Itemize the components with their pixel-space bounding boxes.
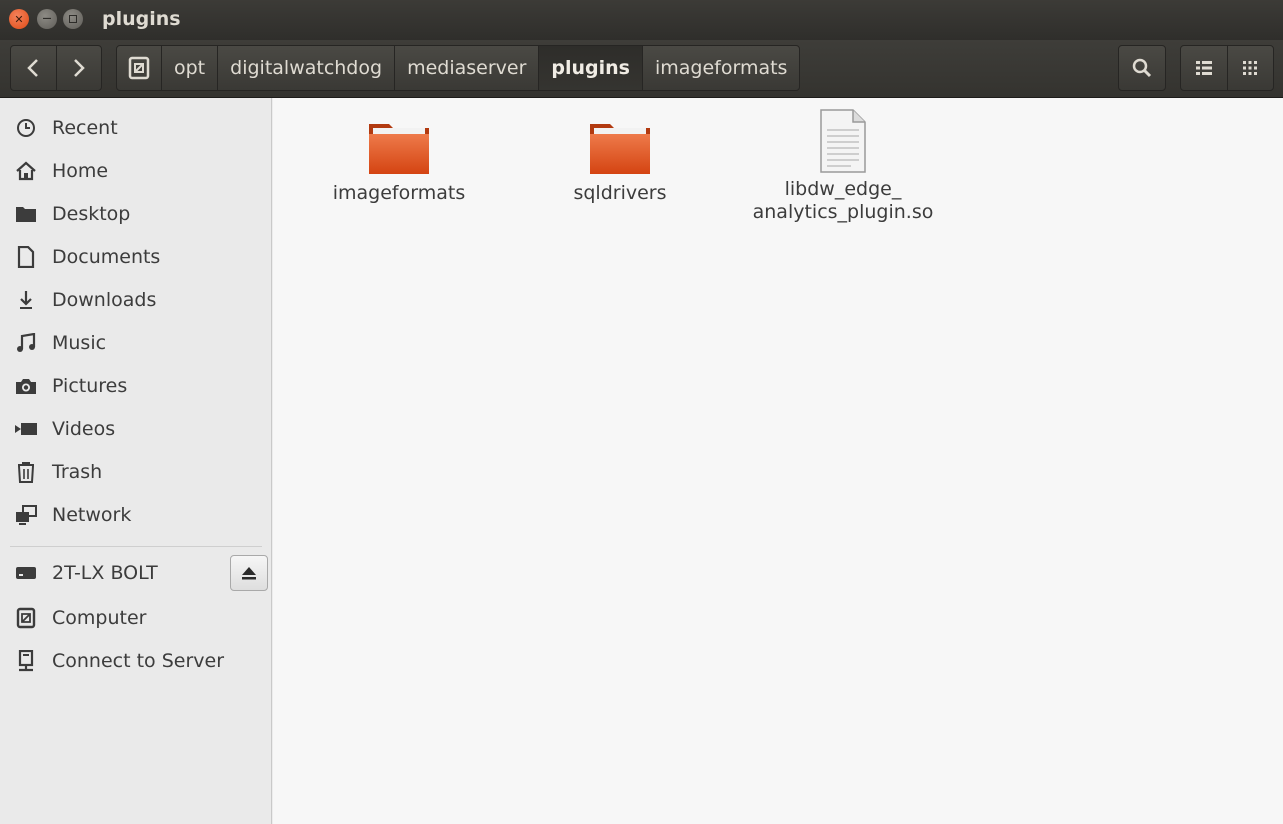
camera-icon <box>14 374 38 398</box>
file-item-label-line1: libdw_edge_ <box>784 178 902 200</box>
sidebar-item-label: 2T-LX BOLT <box>52 562 158 584</box>
sidebar-item-label: Documents <box>52 246 161 268</box>
breadcrumb-mediaserver[interactable]: mediaserver <box>394 45 540 91</box>
breadcrumb-imageformats[interactable]: imageformats <box>641 45 801 91</box>
sidebar-item-2t-lx-bolt[interactable]: 2T-LX BOLT <box>0 553 225 593</box>
breadcrumb-plugins[interactable]: plugins <box>538 45 643 91</box>
clock-icon <box>14 116 38 140</box>
sidebar-item-trash[interactable]: Trash <box>0 452 272 492</box>
sidebar-item-label: Desktop <box>52 203 131 225</box>
sidebar-item-label: Network <box>52 504 132 526</box>
sidebar-item-computer[interactable]: Computer <box>0 598 272 638</box>
sidebar-item-label: Videos <box>52 418 116 440</box>
sidebar-item-videos[interactable]: Videos <box>0 409 272 449</box>
file-item-imageformats[interactable]: imageformats <box>279 118 519 205</box>
sidebar-item-label: Downloads <box>52 289 157 311</box>
breadcrumb-root-button[interactable] <box>116 45 162 91</box>
trash-icon <box>14 460 38 484</box>
sidebar-item-desktop[interactable]: Desktop <box>0 194 272 234</box>
file-item-label: libdw_edge_ analytics_plugin.so <box>753 178 934 224</box>
breadcrumb-digitalwatchdog[interactable]: digitalwatchdog <box>217 45 396 91</box>
breadcrumb: opt digitalwatchdog mediaserver plugins … <box>116 45 801 91</box>
computer-icon <box>14 606 38 630</box>
sidebar-item-music[interactable]: Music <box>0 323 272 363</box>
chevron-right-icon <box>74 59 85 77</box>
sidebar-item-label: Connect to Server <box>52 650 225 672</box>
sidebar-item-connect-to-server[interactable]: Connect to Server <box>0 641 272 681</box>
network-icon <box>14 503 38 527</box>
download-icon <box>14 288 38 312</box>
drive-icon <box>14 561 38 585</box>
sidebar-separator <box>10 546 262 547</box>
home-icon <box>14 159 38 183</box>
list-view-icon <box>1195 61 1212 75</box>
file-item-label: imageformats <box>332 182 466 204</box>
sidebar-item-network[interactable]: Network <box>0 495 272 535</box>
server-icon <box>14 649 38 673</box>
sidebar-item-label: Pictures <box>52 375 128 397</box>
file-item-sqldrivers[interactable]: sqldrivers <box>500 118 740 205</box>
minimize-window-button[interactable]: — <box>37 9 57 29</box>
sidebar-item-label: Home <box>52 160 109 182</box>
sidebar-item-label: Computer <box>52 607 147 629</box>
computer-root-icon <box>128 56 150 80</box>
nav-button-group <box>10 45 102 91</box>
grid-view-icon <box>1243 61 1258 75</box>
music-icon <box>14 331 38 355</box>
maximize-icon <box>69 15 77 23</box>
close-icon: ✕ <box>14 12 24 26</box>
back-button[interactable] <box>11 46 56 90</box>
file-view: imageformats sqldrivers libdw_edge_ anal… <box>273 98 1283 824</box>
sidebar-item-recent[interactable]: Recent <box>0 108 272 148</box>
forward-button[interactable] <box>55 46 101 90</box>
file-item-label-line2: analytics_plugin.so <box>752 201 934 223</box>
toolbar: opt digitalwatchdog mediaserver plugins … <box>0 40 1283 98</box>
sidebar-item-label: Trash <box>52 461 103 483</box>
close-window-button[interactable]: ✕ <box>9 9 29 29</box>
window-title: plugins <box>102 8 181 30</box>
sidebar-item-home[interactable]: Home <box>0 151 272 191</box>
eject-icon <box>242 567 256 580</box>
sidebar-item-label: Recent <box>52 117 118 139</box>
folder-icon <box>369 124 429 174</box>
search-button[interactable] <box>1118 45 1166 91</box>
sidebar-item-label: Music <box>52 332 107 354</box>
video-icon <box>14 417 38 441</box>
folder-icon <box>14 202 38 226</box>
search-icon <box>1132 58 1152 78</box>
file-item-libdw-edge-analytics-plugin[interactable]: libdw_edge_ analytics_plugin.so <box>723 108 963 224</box>
breadcrumb-opt[interactable]: opt <box>161 45 219 91</box>
grid-view-button[interactable] <box>1226 46 1273 90</box>
sidebar-item-downloads[interactable]: Downloads <box>0 280 272 320</box>
view-mode-group <box>1180 45 1274 91</box>
sidebar-item-documents[interactable]: Documents <box>0 237 272 277</box>
maximize-window-button[interactable] <box>63 9 83 29</box>
minimize-icon: — <box>42 14 52 24</box>
file-item-label: sqldrivers <box>573 182 667 204</box>
document-icon <box>14 245 38 269</box>
list-view-button[interactable] <box>1181 46 1227 90</box>
sidebar: Recent Home Desktop Documents Downloads … <box>0 98 272 824</box>
sidebar-item-pictures[interactable]: Pictures <box>0 366 272 406</box>
binary-file-icon <box>820 109 866 173</box>
chevron-left-icon <box>27 59 39 77</box>
eject-button[interactable] <box>230 555 268 591</box>
folder-icon <box>590 124 650 174</box>
title-bar: ✕ — plugins <box>0 0 1283 40</box>
